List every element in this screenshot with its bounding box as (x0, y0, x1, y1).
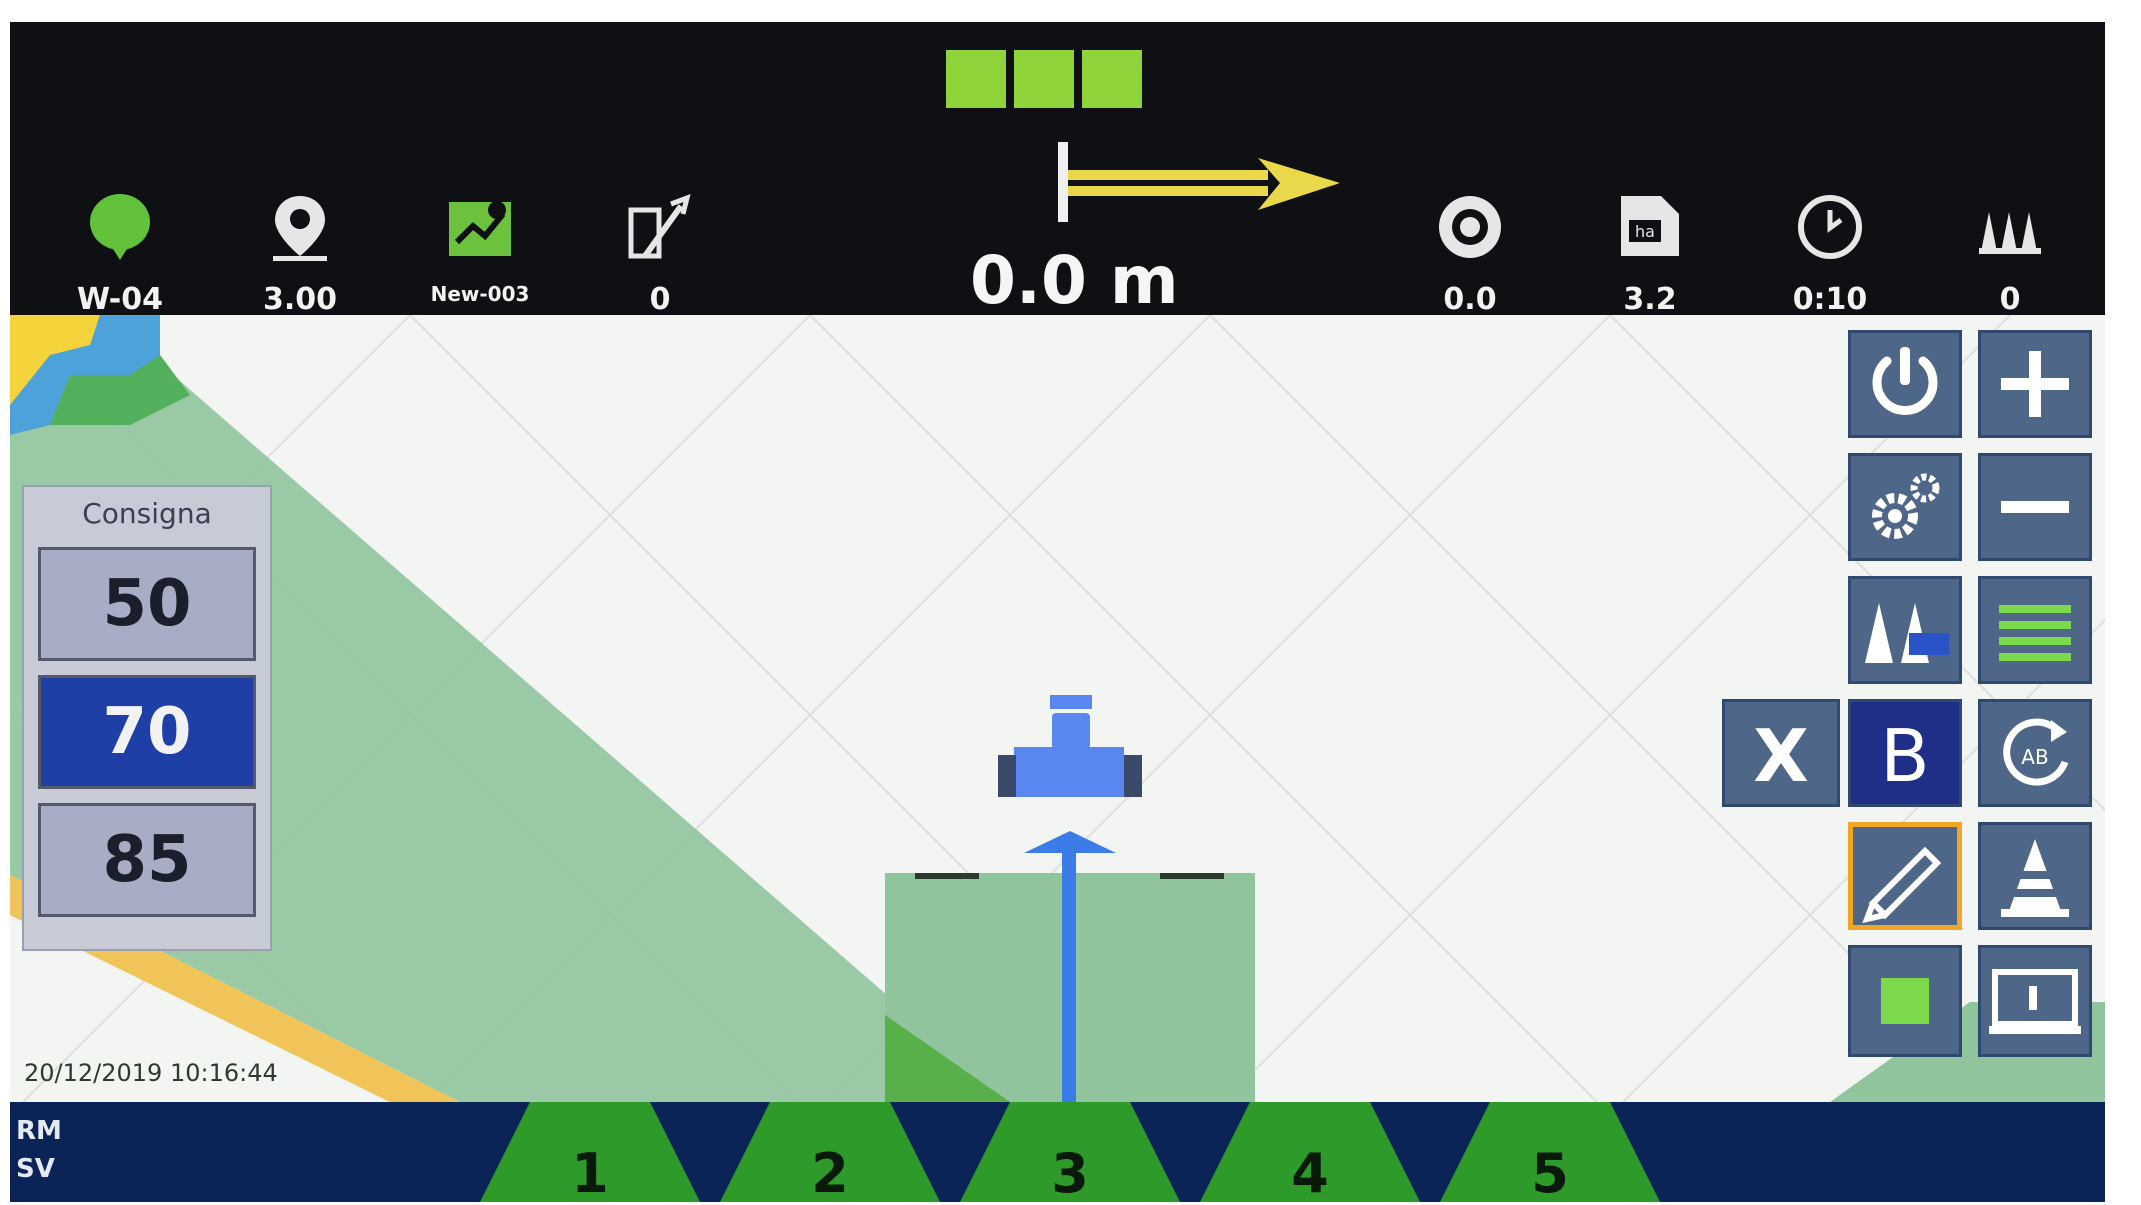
setpoint-option-85[interactable]: 85 (38, 803, 256, 917)
time-status[interactable]: 0:10 (1765, 172, 1895, 317)
area-status[interactable]: ha 3.2 (1585, 172, 1715, 317)
section-bar: RM SV 1 2 3 4 5 (10, 1102, 2105, 1202)
area-ha-icon: ha (1621, 196, 1679, 256)
power-icon (1872, 347, 1938, 415)
cone-icon (2001, 839, 2069, 917)
pencil-icon (1862, 846, 1942, 924)
field-map-icon (449, 201, 511, 256)
position-value: 3.00 (262, 282, 338, 317)
marker-button[interactable] (1978, 822, 2092, 930)
section-3-label: 3 (1051, 1142, 1089, 1202)
area-unit-badge: ha (1635, 222, 1655, 241)
speed-wheel-icon (1439, 196, 1501, 258)
gear-icon (1872, 473, 1940, 539)
section-control-icon (1865, 603, 1949, 663)
reset-ab-button[interactable]: AB (1978, 699, 2092, 807)
section-control-button[interactable] (1848, 576, 1962, 684)
time-value: 0:10 (1792, 282, 1868, 317)
guidance-arrow-icon (1058, 142, 1340, 222)
status-indicator (1014, 50, 1074, 108)
field-map-view[interactable]: Consigna 50 70 85 20/12/2019 10:16:44 X … (10, 315, 2105, 1102)
gnss-signal-icon (90, 194, 150, 260)
speed-status[interactable]: 0.0 (1405, 172, 1535, 317)
gnss-status[interactable]: W-04 (55, 172, 185, 317)
status-indicator (946, 50, 1006, 108)
section-4-label: 4 (1291, 1142, 1329, 1202)
location-pin-icon (273, 196, 327, 261)
field-value: New-003 (430, 282, 530, 306)
sections-status[interactable]: 0 (1945, 172, 2075, 317)
clock-icon (1798, 195, 1862, 259)
screen-view-button[interactable] (1978, 945, 2092, 1057)
timestamp: 20/12/2019 10:16:44 (24, 1059, 278, 1087)
setpoint-title: Consigna (82, 497, 212, 530)
cross-track-distance: 0.0 m (970, 242, 1179, 319)
zoom-in-button[interactable] (1978, 330, 2092, 438)
point-b-label: B (1880, 714, 1930, 798)
field-status[interactable]: New-003 (415, 172, 545, 312)
guidance-lines-button[interactable] (1978, 576, 2092, 684)
guidance-value: 0 (649, 282, 671, 317)
top-status-bar: W-04 3.00 New-003 0 0.0 m 0.0 ha 3.2 0:1… (10, 22, 2105, 319)
setpoint-panel: Consigna 50 70 85 (22, 485, 272, 951)
minus-icon (2001, 501, 2069, 513)
area-value: 3.2 (1623, 282, 1677, 317)
terminal-screen: W-04 3.00 New-003 0 0.0 m 0.0 ha 3.2 0:1… (10, 22, 2105, 1202)
section-5-label: 5 (1531, 1142, 1569, 1202)
speed-value: 0.0 (1443, 282, 1497, 317)
setpoint-option-50[interactable]: 50 (38, 547, 256, 661)
ab-label: AB (2021, 745, 2048, 769)
sections-value: 0 (1999, 282, 2021, 317)
power-button[interactable] (1848, 330, 1962, 438)
curve-guidance-button[interactable] (1848, 822, 1962, 930)
monitor-icon (1989, 969, 2081, 1034)
zoom-out-button[interactable] (1978, 453, 2092, 561)
record-square-icon (1881, 978, 1929, 1024)
section-1-label: 1 (571, 1142, 609, 1202)
gnss-value: W-04 (77, 282, 163, 317)
recording-button[interactable] (1848, 945, 1962, 1057)
guidance-lines-icon (628, 193, 691, 259)
refresh-ab-icon: AB (2003, 718, 2069, 786)
plus-icon (2001, 351, 2069, 417)
parallel-lines-icon (1999, 605, 2071, 661)
cancel-ab-button[interactable]: X (1722, 699, 1840, 807)
status-indicator (1082, 50, 1142, 108)
position-status[interactable]: 3.00 (235, 172, 365, 317)
setpoint-option-70[interactable]: 70 (38, 675, 256, 789)
sections-icon (1979, 212, 2041, 254)
cancel-ab-label: X (1753, 714, 1809, 798)
section-2-label: 2 (811, 1142, 849, 1202)
guidance-status[interactable]: 0 (595, 172, 725, 317)
set-point-b-button[interactable]: B (1848, 699, 1962, 807)
settings-button[interactable] (1848, 453, 1962, 561)
